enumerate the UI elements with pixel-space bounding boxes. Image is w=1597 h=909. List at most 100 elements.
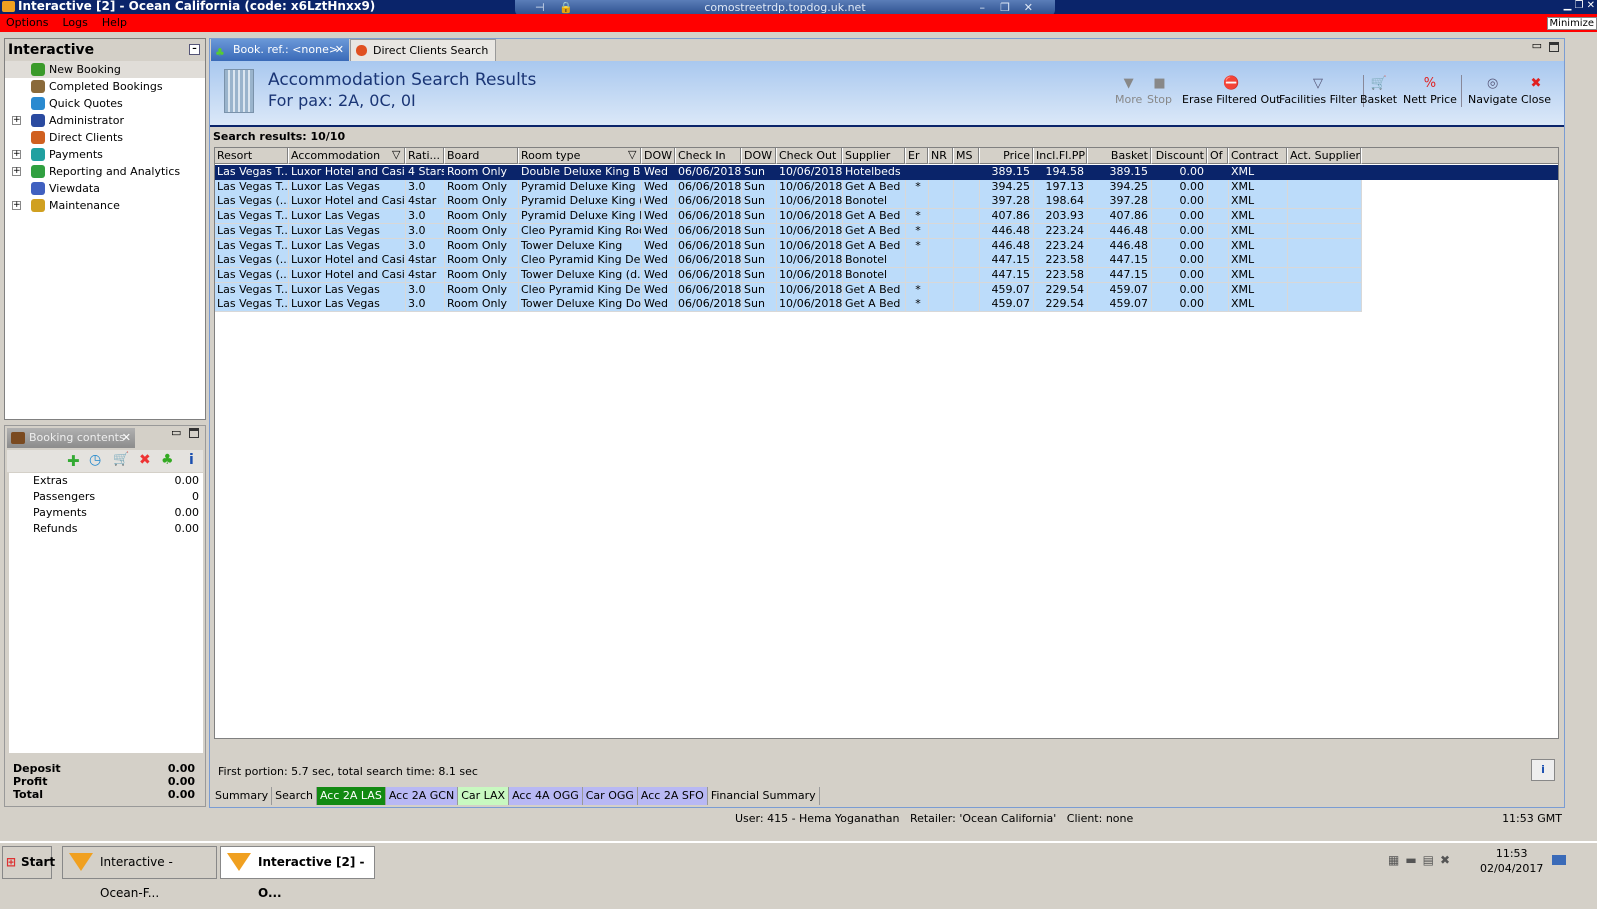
cell-room-type: Cleo Pyramid King Del... [519, 282, 642, 298]
column-header-basket[interactable]: Basket [1088, 148, 1152, 164]
window-controls[interactable]: ▁ ❐ ✕ [1563, 0, 1595, 11]
window-title: Interactive [2] - Ocean California (code… [18, 0, 376, 13]
bottom-tab-car-lax[interactable]: Car LAX [458, 787, 510, 805]
nav-item-completed-bookings[interactable]: Completed Bookings [5, 78, 205, 95]
nav-item-maintenance[interactable]: + Maintenance [5, 197, 205, 214]
column-header-dow[interactable]: DOW [642, 148, 676, 164]
booking-row-extras: Extras 0.00 [9, 473, 203, 489]
booking-row-passengers: Passengers 0 [9, 489, 203, 505]
toolbar-erase-filtered-out-button[interactable]: ⛔ Erase Filtered Out [1182, 77, 1280, 107]
toolbar-facilities-filter-button[interactable]: ▽ Facilities Filter [1279, 77, 1357, 107]
panel-minimize-icon[interactable]: ▭ [171, 426, 181, 439]
toolbar-basket-button[interactable]: 🛒 Basket [1360, 77, 1397, 107]
workspace-maximize-icon[interactable] [1549, 42, 1559, 52]
bottom-tab-summary[interactable]: Summary [212, 787, 273, 805]
taskbar-item-interactive-1[interactable]: Interactive - Ocean-F... [62, 846, 217, 900]
expand-icon[interactable]: + [12, 150, 21, 159]
add-icon[interactable]: ✚ [67, 452, 80, 470]
column-header-supplier[interactable]: Supplier [843, 148, 906, 164]
column-header-room-type[interactable]: Room type [519, 148, 642, 164]
bottom-tab-acc-2a-sfo[interactable]: Acc 2A SFO [637, 787, 708, 805]
tab-booking[interactable]: ♣ Book. ref.: <none> ✕ [211, 39, 349, 61]
bottom-tab-acc-4a-ogg[interactable]: Acc 4A OGG [509, 787, 583, 805]
nav-item-new-booking[interactable]: New Booking [5, 61, 205, 78]
column-header-contract[interactable]: Contract [1229, 148, 1288, 164]
table-row[interactable]: Las Vegas T... Luxor Las Vegas 3.0 Room Onl… [215, 238, 1362, 254]
table-row[interactable]: Las Vegas T... Luxor Las Vegas 3.0 Room Onl… [215, 179, 1362, 195]
toolbar-nett-price-button[interactable]: % Nett Price [1403, 77, 1457, 107]
cell-dow: Sun [742, 223, 777, 239]
show-desktop-icon[interactable] [1552, 855, 1566, 865]
column-header-check-out[interactable]: Check Out [777, 148, 843, 164]
column-header-incl-fl-pp[interactable]: Incl.Fl.PP [1034, 148, 1088, 164]
workspace-minimize-icon[interactable]: ▭ [1532, 39, 1542, 52]
bottom-tab-acc-2a-gcn[interactable]: Acc 2A GCN [385, 787, 459, 805]
table-row[interactable]: Las Vegas T... Luxor Las Vegas 3.0 Room Onl… [215, 209, 1362, 225]
column-header-nr[interactable]: NR [929, 148, 954, 164]
tab-direct-clients-search[interactable]: Direct Clients Search [350, 39, 496, 61]
toolbar-close-button[interactable]: ✖ Close [1521, 77, 1551, 107]
bottom-tab-acc-2a-las[interactable]: Acc 2A LAS [316, 787, 386, 805]
close-tab-icon[interactable]: ✕ [122, 428, 131, 448]
palm-icon[interactable]: ♣ [161, 452, 174, 468]
toolbar-more-button[interactable]: ▼ More [1115, 77, 1142, 107]
cell-rati-: 4 Stars [408, 165, 445, 178]
column-header-accommodation[interactable]: Accommodation [289, 148, 406, 164]
nav-item-direct-clients[interactable]: Direct Clients [5, 129, 205, 146]
menu-options[interactable]: Options [6, 16, 48, 29]
collapse-icon[interactable]: – [189, 44, 200, 55]
nav-item-label: Completed Bookings [49, 80, 163, 93]
info-icon[interactable]: i [189, 452, 194, 468]
nav-item-quick-quotes[interactable]: Quick Quotes [5, 95, 205, 112]
panel-maximize-icon[interactable] [189, 428, 199, 438]
bottom-tab-financial-summary[interactable]: Financial Summary [707, 787, 820, 805]
table-row[interactable]: Las Vegas (... Luxor Hotel and Casino 4sta… [215, 194, 1362, 210]
column-header-of[interactable]: Of [1208, 148, 1229, 164]
tray-clock[interactable]: 11:53 02/04/2017 [1480, 846, 1543, 876]
booking-contents-tab[interactable]: Booking contents ✕ [7, 428, 135, 448]
close-tab-icon[interactable]: ✕ [335, 39, 344, 61]
column-header-rati-[interactable]: Rati... [406, 148, 445, 164]
toolbar-stop-button[interactable]: ■ Stop [1147, 77, 1172, 107]
filter-icon[interactable]: ▽ [392, 148, 400, 161]
delete-icon[interactable]: ✖ [139, 452, 151, 468]
cell-discount: 0.00 [1152, 223, 1208, 239]
column-header-board[interactable]: Board [445, 148, 519, 164]
column-header-act-supplier[interactable]: Act. Supplier [1288, 148, 1362, 164]
nav-item-payments[interactable]: + Payments [5, 146, 205, 163]
tray-icons[interactable]: ▦▬▤✖ [1388, 853, 1456, 867]
nav-item-viewdata[interactable]: Viewdata [5, 180, 205, 197]
column-header-check-in[interactable]: Check In [676, 148, 742, 164]
basket-transfer-icon[interactable]: 🛒 [113, 452, 129, 467]
table-row[interactable]: Las Vegas (... Luxor Hotel and Casino 4sta… [215, 253, 1362, 269]
column-header-dow[interactable]: DOW [742, 148, 777, 164]
table-row[interactable]: Las Vegas T... Luxor Las Vegas 3.0 Room Onl… [215, 282, 1362, 298]
bottom-tab-search[interactable]: Search [272, 787, 317, 805]
start-button[interactable]: ⊞ Start [2, 846, 55, 879]
clock-refresh-icon[interactable]: ◷ [89, 452, 101, 468]
expand-icon[interactable]: + [12, 201, 21, 210]
table-row[interactable]: Las Vegas T... Luxor Hotel and Casino 4 St… [215, 165, 1558, 180]
menu-logs[interactable]: Logs [62, 16, 87, 29]
taskbar-item-interactive-2[interactable]: Interactive [2] - O... [220, 846, 375, 900]
info-button[interactable]: i [1531, 759, 1555, 781]
column-header-resort[interactable]: Resort [215, 148, 289, 164]
column-header-discount[interactable]: Discount [1152, 148, 1208, 164]
nav-item-administrator[interactable]: + Administrator [5, 112, 205, 129]
column-header-price[interactable]: Price [980, 148, 1034, 164]
cell-supplier: Get A Bed [843, 223, 906, 239]
menu-help[interactable]: Help [102, 16, 127, 29]
table-row[interactable]: Las Vegas (... Luxor Hotel and Casino 4sta… [215, 267, 1362, 283]
nav-item-reporting-and-analytics[interactable]: + Reporting and Analytics [5, 163, 205, 180]
column-header-er[interactable]: Er [906, 148, 929, 164]
booking-totals: Deposit 0.00 Profit 0.00 Total 0.00 [7, 762, 203, 801]
bottom-tab-car-ogg[interactable]: Car OGG [582, 787, 638, 805]
filter-icon[interactable]: ▽ [628, 148, 636, 161]
table-row[interactable]: Las Vegas T... Luxor Las Vegas 3.0 Room Onl… [215, 297, 1362, 313]
table-row[interactable]: Las Vegas T... Luxor Las Vegas 3.0 Room Onl… [215, 223, 1362, 239]
toolbar-navigate-button[interactable]: ◎ Navigate [1468, 77, 1517, 107]
column-header-ms[interactable]: MS [954, 148, 980, 164]
expand-icon[interactable]: + [12, 116, 21, 125]
booking-summary-list: Extras 0.00 Passengers 0 Payments 0.00 Refunds… [9, 473, 203, 753]
expand-icon[interactable]: + [12, 167, 21, 176]
